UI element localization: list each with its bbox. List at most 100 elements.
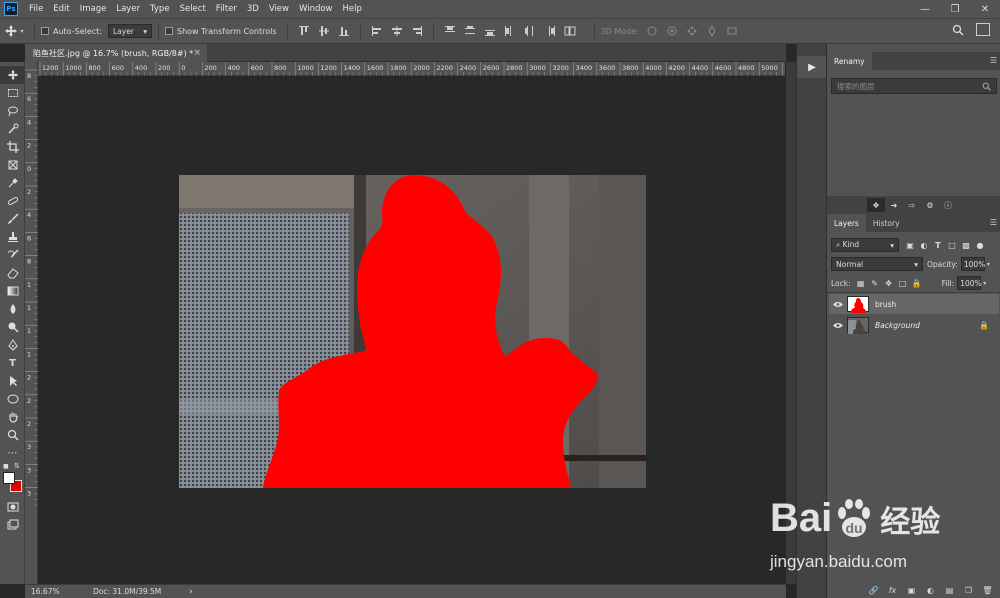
default-colors-icon[interactable]: ■ bbox=[3, 463, 9, 470]
filter-adjustment-icon[interactable]: ◐ bbox=[917, 239, 931, 251]
search-icon[interactable] bbox=[982, 82, 991, 91]
menu-filter[interactable]: Filter bbox=[211, 4, 242, 14]
panel-menu-icon[interactable]: ☰ bbox=[990, 56, 997, 65]
document-image[interactable] bbox=[179, 175, 646, 488]
clone-stamp-tool-icon[interactable] bbox=[0, 228, 25, 246]
screen-mode-icon[interactable] bbox=[0, 516, 25, 534]
menu-3d[interactable]: 3D bbox=[242, 4, 264, 14]
fill-input[interactable]: 100% bbox=[957, 276, 982, 290]
zoom-level[interactable]: 16.67% bbox=[31, 587, 81, 596]
more-tools-icon[interactable]: ⋯ bbox=[0, 444, 25, 462]
layer-row-brush[interactable]: brush bbox=[829, 294, 999, 314]
frame-tool-icon[interactable] bbox=[0, 156, 25, 174]
dodge-tool-icon[interactable] bbox=[0, 318, 25, 336]
tab-layers[interactable]: Layers bbox=[827, 214, 866, 232]
auto-select-dropdown[interactable]: Layer ▾ bbox=[107, 24, 152, 38]
distribute-hcenter-icon[interactable] bbox=[523, 24, 537, 38]
move-tool-icon[interactable] bbox=[0, 66, 25, 84]
lock-all-icon[interactable]: 🔒 bbox=[910, 277, 924, 289]
lock-image-icon[interactable]: ✎ bbox=[868, 277, 882, 289]
filter-type-icon[interactable]: T bbox=[931, 239, 945, 251]
zoom-tool-icon[interactable] bbox=[0, 426, 25, 444]
filter-toggle-icon[interactable]: ● bbox=[973, 239, 987, 251]
link-layers-icon[interactable]: 🔗 bbox=[864, 583, 883, 597]
hand-tool-icon[interactable] bbox=[0, 408, 25, 426]
gradient-tool-icon[interactable] bbox=[0, 282, 25, 300]
arrow-right-icon[interactable]: ➜ bbox=[885, 198, 903, 212]
menu-file[interactable]: File bbox=[24, 4, 48, 14]
tab-history[interactable]: History bbox=[866, 214, 907, 232]
history-brush-tool-icon[interactable] bbox=[0, 246, 25, 264]
quick-selection-tool-icon[interactable] bbox=[0, 120, 25, 138]
lasso-tool-icon[interactable] bbox=[0, 102, 25, 120]
properties-panel-icon[interactable]: ❖ bbox=[867, 198, 885, 212]
blur-tool-icon[interactable] bbox=[0, 300, 25, 318]
align-vcenter-icon[interactable] bbox=[317, 24, 331, 38]
lock-artboard-icon[interactable]: □ bbox=[896, 277, 910, 289]
menu-type[interactable]: Type bbox=[145, 4, 175, 14]
move-tool-preset-icon[interactable]: ▾ bbox=[0, 24, 28, 38]
status-menu-arrow-icon[interactable]: › bbox=[189, 587, 193, 597]
menu-view[interactable]: View bbox=[264, 4, 294, 14]
distribute-left-icon[interactable] bbox=[503, 24, 517, 38]
menu-window[interactable]: Window bbox=[294, 4, 338, 14]
align-hcenter-icon[interactable] bbox=[390, 24, 404, 38]
3d-pan-icon[interactable] bbox=[685, 24, 699, 38]
visibility-eye-icon[interactable] bbox=[829, 301, 847, 308]
eyedropper-tool-icon[interactable] bbox=[0, 174, 25, 192]
ellipse-tool-icon[interactable] bbox=[0, 390, 25, 408]
quick-mask-icon[interactable] bbox=[0, 498, 25, 516]
workspace-icon[interactable] bbox=[976, 23, 990, 36]
eraser-tool-icon[interactable] bbox=[0, 264, 25, 282]
renamy-search-input[interactable]: 搜索的图层 bbox=[831, 78, 997, 94]
crop-tool-icon[interactable] bbox=[0, 138, 25, 156]
menu-help[interactable]: Help bbox=[338, 4, 367, 14]
auto-select-checkbox[interactable] bbox=[41, 27, 49, 35]
layer-row-background[interactable]: Background 🔒 bbox=[829, 315, 999, 335]
tab-close-icon[interactable]: × bbox=[193, 48, 201, 58]
align-right-icon[interactable] bbox=[410, 24, 424, 38]
add-mask-icon[interactable]: ▣ bbox=[902, 583, 921, 597]
align-top-icon[interactable] bbox=[297, 24, 311, 38]
foreground-color-swatch[interactable] bbox=[3, 472, 15, 484]
align-bottom-icon[interactable] bbox=[337, 24, 351, 38]
lock-transparent-icon[interactable]: ▦ bbox=[854, 277, 868, 289]
arrow-forward-icon[interactable]: ⇨ bbox=[903, 198, 921, 212]
delete-layer-icon[interactable]: 🗑 bbox=[978, 583, 997, 597]
brush-tool-icon[interactable] bbox=[0, 210, 25, 228]
filter-shape-icon[interactable]: □ bbox=[945, 239, 959, 251]
distribute-right-icon[interactable] bbox=[543, 24, 557, 38]
filter-pixel-icon[interactable]: ▣ bbox=[903, 239, 917, 251]
tab-renamy[interactable]: Renamy bbox=[827, 52, 872, 70]
3d-slide-icon[interactable] bbox=[705, 24, 719, 38]
3d-orbit-icon[interactable] bbox=[645, 24, 659, 38]
new-layer-icon[interactable]: ❐ bbox=[959, 583, 978, 597]
chevron-down-icon[interactable]: ▾ bbox=[983, 280, 986, 287]
play-actions-icon[interactable]: ▶ bbox=[797, 56, 827, 78]
distribute-vcenter-icon[interactable] bbox=[463, 24, 477, 38]
lock-position-icon[interactable]: ✥ bbox=[882, 277, 896, 289]
restore-icon[interactable]: ❐ bbox=[940, 0, 970, 18]
menu-layer[interactable]: Layer bbox=[111, 4, 145, 14]
chevron-down-icon[interactable]: ▾ bbox=[987, 261, 990, 268]
search-icon[interactable] bbox=[952, 24, 964, 38]
menu-image[interactable]: Image bbox=[75, 4, 112, 14]
new-group-icon[interactable]: ▤ bbox=[940, 583, 959, 597]
pen-tool-icon[interactable] bbox=[0, 336, 25, 354]
filter-kind-dropdown[interactable]: ⌕ Kind ▾ bbox=[831, 238, 899, 252]
healing-brush-tool-icon[interactable] bbox=[0, 192, 25, 210]
path-selection-tool-icon[interactable] bbox=[0, 372, 25, 390]
menu-edit[interactable]: Edit bbox=[48, 4, 74, 14]
filter-smartobject-icon[interactable]: ▩ bbox=[959, 239, 973, 251]
fx-icon[interactable]: fx bbox=[883, 583, 902, 597]
3d-roll-icon[interactable] bbox=[665, 24, 679, 38]
visibility-eye-icon[interactable] bbox=[829, 322, 847, 329]
document-tab[interactable]: 陷鱼社区.jpg @ 16.7% (brush, RGB/8#) * × bbox=[25, 44, 207, 62]
3d-scale-icon[interactable] bbox=[725, 24, 739, 38]
opacity-input[interactable]: 100% bbox=[960, 257, 985, 271]
adjustment-layer-icon[interactable]: ◐ bbox=[921, 583, 940, 597]
settings-gear-icon[interactable]: ⚙ bbox=[921, 198, 939, 212]
menu-select[interactable]: Select bbox=[175, 4, 211, 14]
blend-mode-dropdown[interactable]: Normal ▾ bbox=[831, 257, 923, 271]
align-left-icon[interactable] bbox=[370, 24, 384, 38]
